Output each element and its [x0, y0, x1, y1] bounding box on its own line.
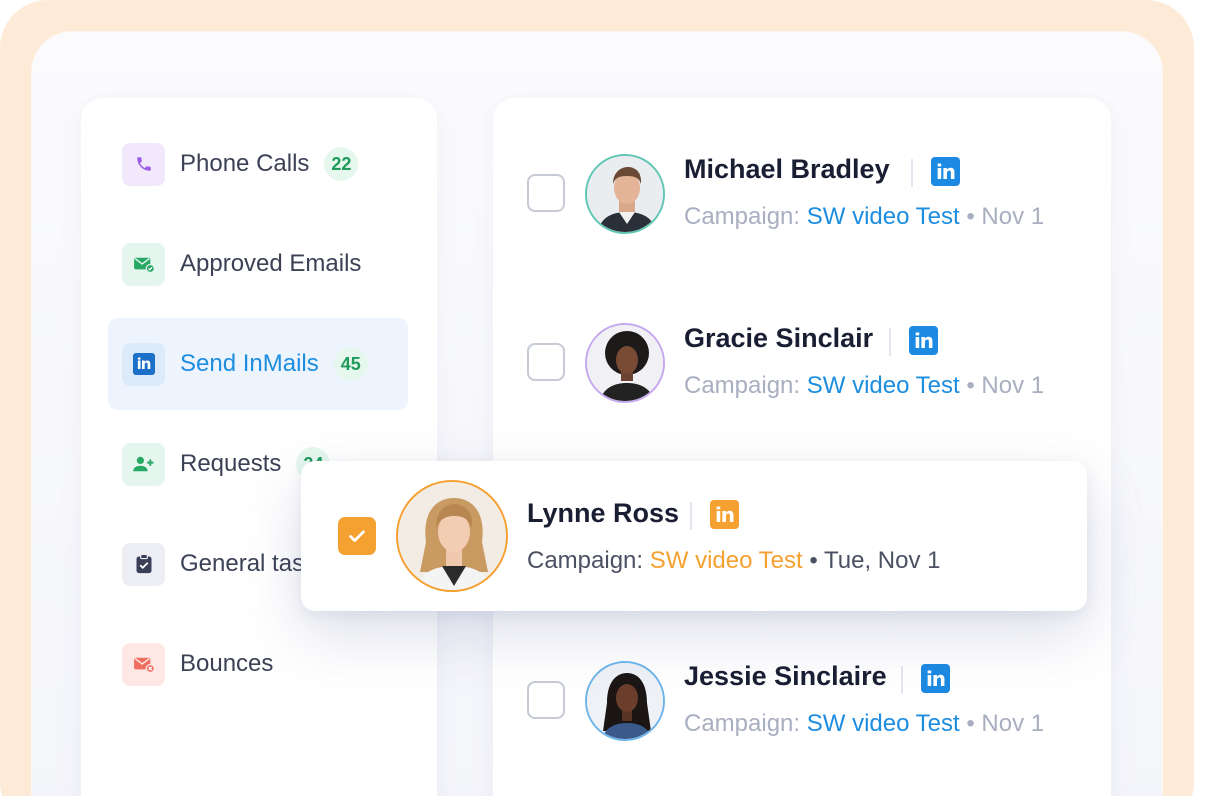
avatar: [585, 323, 665, 403]
row-checkbox[interactable]: [527, 681, 565, 719]
campaign-meta: Campaign: SW video Test • Tue, Nov 1: [527, 547, 941, 575]
selected-contact-card[interactable]: Lynne Ross in Campaign: SW video Test • …: [301, 461, 1087, 611]
check-icon: [349, 530, 365, 542]
count-badge: 45: [333, 347, 368, 381]
campaign-link[interactable]: SW video Test: [807, 372, 960, 399]
campaign-meta: Campaign: SW video Test • Nov 1: [684, 203, 1044, 231]
date-label: • Tue, Nov 1: [802, 547, 941, 574]
list-item[interactable]: Jessie Sinclaire in Campaign: SW video T…: [493, 641, 1111, 761]
contact-list-panel: Michael Bradley in Campaign: SW video Te…: [493, 98, 1111, 796]
list-item[interactable]: Gracie Sinclair in Campaign: SW video Te…: [493, 303, 1111, 423]
contact-name: Gracie Sinclair: [684, 323, 874, 353]
sidebar-item-label: Phone Calls: [180, 150, 310, 177]
campaign-prefix: Campaign:: [684, 710, 807, 737]
divider: [889, 328, 891, 356]
campaign-meta: Campaign: SW video Test • Nov 1: [684, 710, 1044, 738]
task-sidebar: Phone Calls 22 Approved Emails in Send I…: [81, 98, 437, 796]
linkedin-icon[interactable]: in: [921, 664, 950, 693]
avatar: [585, 154, 665, 234]
campaign-link[interactable]: SW video Test: [650, 547, 803, 574]
date-label: • Nov 1: [959, 710, 1045, 737]
campaign-link[interactable]: SW video Test: [807, 710, 960, 737]
row-checkbox[interactable]: [527, 174, 565, 212]
campaign-prefix: Campaign:: [684, 203, 807, 230]
sidebar-item-send-inmails[interactable]: in Send InMails 45: [108, 318, 408, 410]
campaign-link[interactable]: SW video Test: [807, 203, 960, 230]
campaign-prefix: Campaign:: [684, 372, 807, 399]
sidebar-item-label: Requests: [180, 450, 282, 477]
row-checkbox[interactable]: [527, 343, 565, 381]
linkedin-icon: in: [122, 342, 165, 386]
sidebar-item-label: Approved Emails: [180, 250, 362, 277]
divider: [911, 159, 913, 187]
mail-check-icon: [122, 242, 165, 286]
clipboard-check-icon: [122, 542, 165, 586]
avatar: [396, 480, 508, 592]
campaign-meta: Campaign: SW video Test • Nov 1: [684, 372, 1044, 400]
contact-name: Michael Bradley: [684, 154, 890, 184]
row-checkbox-checked[interactable]: [338, 517, 376, 555]
sidebar-item-approved-emails[interactable]: Approved Emails: [108, 218, 408, 310]
sidebar-item-label: Bounces: [180, 650, 274, 677]
linkedin-icon[interactable]: in: [710, 500, 739, 529]
linkedin-logo: in: [132, 353, 155, 375]
sidebar-item-phone-calls[interactable]: Phone Calls 22: [108, 118, 408, 210]
sidebar-item-bounces[interactable]: Bounces: [108, 618, 408, 710]
divider: [901, 666, 903, 694]
count-badge: 22: [324, 147, 359, 181]
campaign-prefix: Campaign:: [527, 547, 650, 574]
date-label: • Nov 1: [959, 372, 1045, 399]
contact-name: Jessie Sinclaire: [684, 661, 887, 691]
mail-bounce-icon: [122, 642, 165, 686]
sidebar-item-label: Send InMails: [180, 350, 319, 377]
contact-name: Lynne Ross: [527, 498, 680, 528]
date-label: • Nov 1: [959, 203, 1045, 230]
list-item[interactable]: Michael Bradley in Campaign: SW video Te…: [493, 134, 1111, 254]
divider: [690, 502, 692, 530]
linkedin-icon[interactable]: in: [931, 157, 960, 186]
avatar: [585, 661, 665, 741]
add-user-icon: [122, 442, 165, 486]
phone-icon: [122, 142, 165, 186]
linkedin-icon[interactable]: in: [909, 326, 938, 355]
